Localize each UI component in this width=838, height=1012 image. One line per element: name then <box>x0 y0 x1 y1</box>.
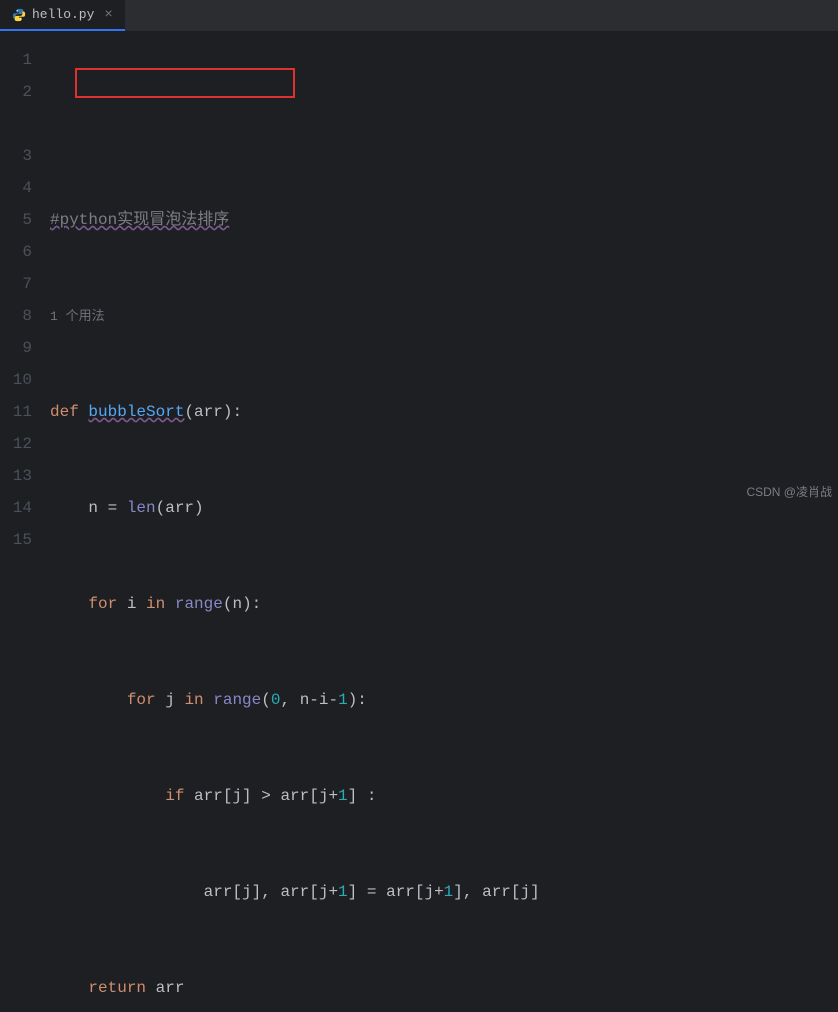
line-number: 12 <box>0 428 32 460</box>
line-number: 2 <box>0 76 32 108</box>
code-content[interactable]: #python实现冒泡法排序 1 个用法 def bubbleSort(arr)… <box>50 44 838 1012</box>
code-line: for j in range(0, n-i-1): <box>50 684 838 716</box>
line-number: 3 <box>0 140 32 172</box>
line-number: 7 <box>0 268 32 300</box>
file-tab[interactable]: hello.py × <box>0 0 125 31</box>
code-line: n = len(arr) <box>50 492 838 524</box>
tab-bar: hello.py × <box>0 0 838 32</box>
code-line: def bubbleSort(arr): <box>50 396 838 428</box>
line-number: 13 <box>0 460 32 492</box>
code-editor[interactable]: 1 2 3 4 5 6 7 8 9 10 11 12 13 14 15 #pyt… <box>0 32 838 1012</box>
line-number: 10 <box>0 364 32 396</box>
python-file-icon <box>12 8 26 22</box>
line-number: 8 <box>0 300 32 332</box>
tab-filename: hello.py <box>32 7 94 22</box>
tab-close-icon[interactable]: × <box>104 7 112 23</box>
line-number: 14 <box>0 492 32 524</box>
code-line <box>50 108 838 140</box>
line-number: 4 <box>0 172 32 204</box>
code-line: #python实现冒泡法排序 <box>50 204 838 236</box>
inline-hint: 1 个用法 <box>50 300 838 332</box>
line-number: 9 <box>0 332 32 364</box>
code-line: if arr[j] > arr[j+1] : <box>50 780 838 812</box>
code-line: for i in range(n): <box>50 588 838 620</box>
line-number: 15 <box>0 524 32 556</box>
line-number: 11 <box>0 396 32 428</box>
code-line: return arr <box>50 972 838 1004</box>
watermark: CSDN @凌肖战 <box>746 483 832 500</box>
line-gutter: 1 2 3 4 5 6 7 8 9 10 11 12 13 14 15 <box>0 44 50 1012</box>
comment: #python实现冒泡法排序 <box>50 211 229 229</box>
line-number: 5 <box>0 204 32 236</box>
line-number: 6 <box>0 236 32 268</box>
line-number: 1 <box>0 44 32 76</box>
code-line: arr[j], arr[j+1] = arr[j+1], arr[j] <box>50 876 838 908</box>
